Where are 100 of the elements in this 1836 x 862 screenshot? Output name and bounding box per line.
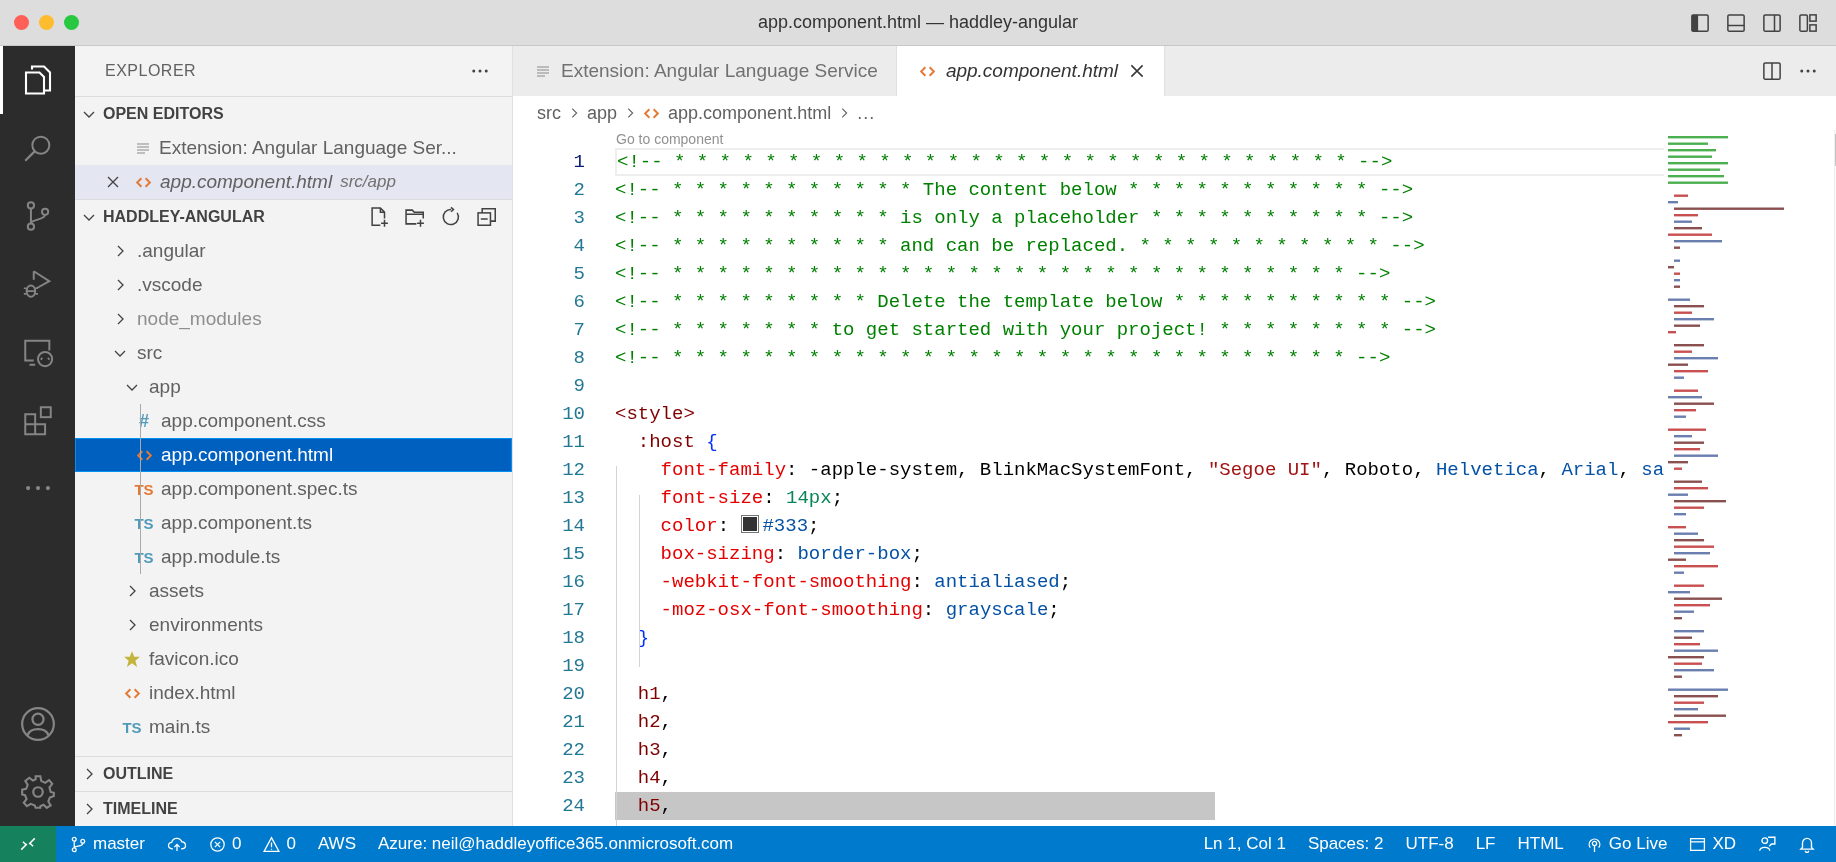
typescript-icon: TS [122, 718, 142, 736]
secondary-sidebar-icon[interactable] [1762, 12, 1782, 33]
line-number: 23 [561, 767, 585, 789]
sidebar-toggle-icon[interactable] [1690, 12, 1710, 33]
line-number: 9 [572, 375, 585, 397]
code-line: color: #333; [659, 515, 820, 537]
folder-item[interactable]: environments [75, 608, 512, 642]
section-header[interactable]: OUTLINE [75, 757, 512, 791]
file-item[interactable]: TS app.component.spec.ts [75, 472, 512, 506]
error-icon [208, 835, 226, 853]
status-item[interactable]: UTF-8 [1405, 834, 1454, 854]
new-folder-icon[interactable] [404, 206, 426, 228]
close-window-button[interactable] [14, 15, 29, 30]
lines-icon [135, 140, 151, 156]
line-number: 15 [561, 543, 585, 565]
code-line: <!-- * * * * * * * * * * is only a placeholder * * * * * * * * * * --> [615, 207, 1414, 229]
breadcrumb-item[interactable]: ... [857, 102, 876, 124]
status-item[interactable]: Azure: neil@haddleyoffice365.onmicrosoft.com [378, 834, 734, 854]
file-item[interactable]: app.component.html [75, 438, 512, 472]
line-number: 8 [572, 347, 585, 369]
panel-toggle-icon[interactable] [1726, 12, 1746, 33]
section-header[interactable]: TIMELINE [75, 792, 512, 826]
lines-icon [535, 63, 551, 79]
section-header[interactable]: OPEN EDITORS [75, 97, 512, 131]
file-item[interactable]: index.html [75, 676, 512, 710]
code-line: <!-- * * * * * * * * * * * * * * * * * * * * * * * * * * * * * * --> [615, 347, 1391, 369]
line-number: 22 [561, 739, 585, 761]
customize-layout-icon[interactable] [1798, 12, 1818, 33]
account-icon[interactable] [18, 705, 57, 743]
editor-tab[interactable]: Extension: Angular Language Service [513, 46, 897, 96]
line-number: 4 [572, 235, 585, 257]
code-line: h1, [636, 683, 672, 705]
code-line: h5, [636, 795, 672, 817]
window-icon [1689, 835, 1707, 853]
status-item[interactable]: XD [1689, 834, 1736, 854]
settings-icon[interactable] [18, 773, 57, 811]
code-line: <!-- * * * * * * * * * Delete the template below * * * * * * * * * * --> [615, 291, 1436, 313]
file-item[interactable]: TS app.component.ts [75, 506, 512, 540]
line-number: 7 [572, 319, 585, 341]
code-line: h4, [636, 767, 672, 789]
status-item[interactable]: master [70, 834, 145, 854]
code-lens-link[interactable]: Go to component [616, 131, 724, 147]
code-line: <!-- * * * * * * * * * * and can be replaced. * * * * * * * * * * * --> [615, 235, 1425, 257]
line-number: 13 [561, 487, 585, 509]
typescript-icon: TS [134, 480, 154, 498]
open-editor-item[interactable]: Extension: Angular Language Ser... [75, 131, 512, 165]
line-number: 2 [572, 179, 585, 201]
new-file-icon[interactable] [368, 206, 390, 228]
explorer-title: EXPLORER [105, 62, 197, 80]
line-number: 19 [561, 655, 585, 677]
code-line: <style> [615, 403, 695, 425]
breadcrumb-item[interactable]: app [587, 102, 618, 124]
editor-tab[interactable]: app.component.html [896, 46, 1166, 96]
folder-item[interactable]: .angular [75, 234, 512, 268]
feedback-icon[interactable] [1758, 835, 1776, 853]
status-item[interactable]: LF [1475, 834, 1496, 854]
close-icon[interactable] [105, 174, 121, 190]
bell-icon[interactable] [1798, 835, 1816, 853]
file-item[interactable]: favicon.ico [75, 642, 512, 676]
branch-icon [70, 835, 87, 853]
folder-item[interactable]: node_modules [75, 302, 512, 336]
line-number: 1 [572, 151, 585, 173]
folder-item[interactable]: app [75, 370, 512, 404]
window-title: app.component.html — haddley-angular [757, 12, 1079, 33]
line-number: 14 [561, 515, 585, 537]
cloud-upload-icon[interactable] [166, 835, 187, 853]
split-editor-icon[interactable] [1762, 61, 1782, 81]
code-line: font-family: -apple-system, BlinkMacSystemFont, "Segoe UI", Roboto, Helvetica, Arial, sa [659, 459, 1665, 481]
file-item[interactable]: TS app.module.ts [75, 540, 512, 574]
collapse-all-icon[interactable] [476, 206, 498, 228]
breadcrumb-item[interactable]: app.component.html [643, 102, 832, 124]
code-line: box-sizing: border-box; [659, 543, 923, 565]
line-number: 10 [561, 403, 585, 425]
open-editor-item[interactable]: app.component.html src/app [75, 165, 512, 199]
status-item[interactable]: Spaces: 2 [1307, 834, 1384, 854]
refresh-icon[interactable] [440, 206, 462, 228]
section-header[interactable]: HADDLEY-ANGULAR [75, 200, 512, 234]
folder-item[interactable]: .vscode [75, 268, 512, 302]
star-icon [123, 650, 141, 668]
status-item[interactable]: 0 [263, 834, 296, 854]
code-line: :host { [636, 431, 718, 453]
status-item[interactable]: Go Live [1585, 834, 1668, 854]
status-item[interactable]: Ln 1, Col 1 [1203, 834, 1286, 854]
status-item[interactable]: AWS [317, 834, 356, 854]
status-item[interactable]: HTML [1517, 834, 1564, 854]
status-item[interactable]: 0 [208, 834, 242, 854]
folder-item[interactable]: assets [75, 574, 512, 608]
code-line: <!-- * * * * * * * to get started with your project! * * * * * * * * --> [615, 319, 1436, 341]
code-line: -webkit-font-smoothing: antialiased; [659, 571, 1072, 593]
typescript-icon: TS [134, 548, 154, 566]
code-line: <!-- * * * * * * * * * * * * * * * * * * * * * * * * * * * * * * --> [617, 151, 1393, 173]
line-number: 21 [561, 711, 585, 733]
breadcrumb-item[interactable]: src [537, 102, 561, 124]
line-number: 6 [572, 291, 585, 313]
code-line: font-size: 14px; [659, 487, 844, 509]
folder-item[interactable]: src [75, 336, 512, 370]
file-item[interactable]: TS main.ts [75, 710, 512, 744]
line-number: 5 [572, 263, 585, 285]
line-number: 3 [572, 207, 585, 229]
line-number: 20 [561, 683, 585, 705]
